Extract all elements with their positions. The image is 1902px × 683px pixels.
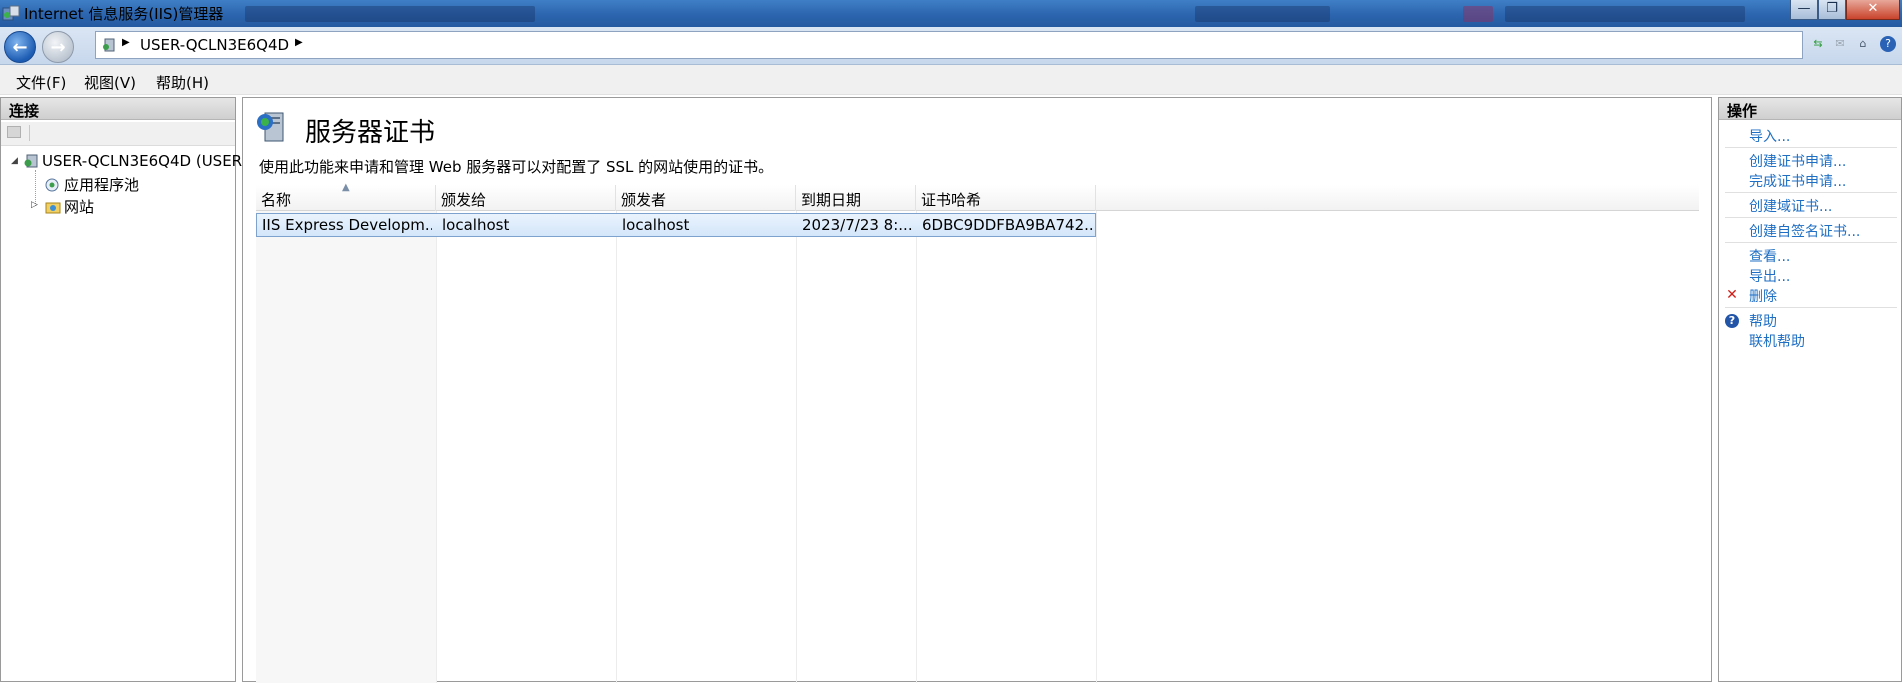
server-icon xyxy=(24,154,38,168)
chevron-right-icon[interactable]: ▶ xyxy=(295,37,303,48)
table-header: ▲ 名称 颁发给 颁发者 到期日期 证书哈希 xyxy=(256,182,1699,211)
background-window-ghost xyxy=(245,6,535,22)
menu-view[interactable]: 视图(V) xyxy=(84,72,136,93)
action-separator xyxy=(1725,192,1897,193)
navigation-bar: ← → ▶ USER-QCLN3E6Q4D ▶ ⇆ ✉ ⌂ ? xyxy=(0,27,1902,65)
action-create-cert-request[interactable]: 创建证书申请... xyxy=(1749,151,1846,171)
action-help[interactable]: 帮助 xyxy=(1749,311,1777,331)
window-title: Internet 信息服务(IIS)管理器 xyxy=(24,5,224,23)
sorted-column-background xyxy=(256,211,436,683)
actions-header: 操作 xyxy=(1719,98,1901,120)
menu-help[interactable]: 帮助(H) xyxy=(156,72,209,93)
forward-arrow-icon: → xyxy=(50,36,66,58)
column-divider xyxy=(436,211,437,683)
column-header-hash[interactable]: 证书哈希 xyxy=(916,185,1096,211)
connections-panel: 连接 ◢ USER-QCLN3E6Q4D (USER 应用程序池 ▷ 网站 xyxy=(0,97,242,682)
page-description: 使用此功能来申请和管理 Web 服务器可以对配置了 SSL 的网站使用的证书。 xyxy=(259,158,774,176)
action-separator xyxy=(1725,217,1897,218)
action-create-self-signed-cert[interactable]: 创建自签名证书... xyxy=(1749,221,1860,241)
tree-item-sites[interactable]: 网站 xyxy=(45,196,94,217)
action-separator xyxy=(1725,242,1897,243)
connections-header: 连接 xyxy=(1,98,235,120)
address-bar[interactable]: ▶ USER-QCLN3E6Q4D ▶ xyxy=(95,31,1803,59)
column-divider xyxy=(616,211,617,683)
cell-name: IIS Express Developm... xyxy=(262,216,432,234)
actions-panel: 操作 导入... 创建证书申请... 完成证书申请... 创建域证书... 创建… xyxy=(1718,97,1902,682)
cell-issuer: localhost xyxy=(622,216,690,234)
home-icon[interactable]: ⌂ xyxy=(1855,36,1871,52)
maximize-button[interactable]: ❐ xyxy=(1818,0,1846,20)
column-header-issued-to[interactable]: 颁发给 xyxy=(436,185,616,211)
column-divider xyxy=(796,211,797,683)
cell-expiration: 2023/7/23 8:... xyxy=(802,216,913,234)
sort-ascending-icon: ▲ xyxy=(342,182,350,193)
action-create-domain-cert[interactable]: 创建域证书... xyxy=(1749,196,1832,216)
action-export[interactable]: 导出... xyxy=(1749,266,1790,286)
tree-item-server[interactable]: USER-QCLN3E6Q4D (USER xyxy=(23,152,242,170)
iis-app-icon xyxy=(2,5,20,21)
app-pool-icon xyxy=(45,178,59,192)
help-icon: ? xyxy=(1725,314,1739,328)
toolbar-separator xyxy=(29,125,30,141)
action-separator xyxy=(1725,147,1897,148)
sites-folder-icon xyxy=(45,202,61,214)
close-button[interactable]: ✕ xyxy=(1846,0,1900,20)
column-divider xyxy=(916,211,917,683)
back-button[interactable]: ← xyxy=(4,31,36,63)
page-title: 服务器证书 xyxy=(305,118,436,148)
certificates-table[interactable]: ▲ 名称 颁发给 颁发者 到期日期 证书哈希 IIS Express Devel… xyxy=(256,182,1699,683)
background-window-ghost xyxy=(1463,6,1493,22)
action-separator xyxy=(1725,307,1897,308)
tree-item-app-pools[interactable]: 应用程序池 xyxy=(45,174,139,195)
save-connection-icon[interactable] xyxy=(7,126,21,138)
background-window-ghost xyxy=(1505,6,1745,22)
server-icon xyxy=(103,38,115,52)
server-certificate-icon xyxy=(257,112,284,142)
menu-bar: 文件(F) 视图(V) 帮助(H) xyxy=(0,65,1902,95)
title-bar: Internet 信息服务(IIS)管理器 — ❐ ✕ xyxy=(0,0,1902,27)
background-window-ghost xyxy=(1195,6,1330,22)
action-import[interactable]: 导入... xyxy=(1749,126,1790,146)
help-icon[interactable]: ? xyxy=(1880,36,1896,52)
stop-icon[interactable]: ✉ xyxy=(1832,36,1848,52)
expand-triangle-icon[interactable]: ▷ xyxy=(31,200,38,210)
collapse-triangle-icon[interactable]: ◢ xyxy=(11,156,18,166)
column-header-name[interactable]: ▲ 名称 xyxy=(256,182,436,211)
forward-button[interactable]: → xyxy=(42,31,74,63)
action-delete[interactable]: 删除 xyxy=(1749,286,1777,306)
tree-item-label: USER-QCLN3E6Q4D (USER xyxy=(42,152,243,170)
cell-hash: 6DBC9DDFBA9BA742... xyxy=(922,216,1094,234)
menu-file[interactable]: 文件(F) xyxy=(16,72,66,93)
refresh-icon[interactable]: ⇆ xyxy=(1810,36,1826,52)
action-complete-cert-request[interactable]: 完成证书申请... xyxy=(1749,171,1846,191)
action-view[interactable]: 查看... xyxy=(1749,246,1790,266)
connections-toolbar xyxy=(1,122,235,146)
column-divider xyxy=(1096,211,1097,683)
cell-issued-to: localhost xyxy=(442,216,510,234)
column-header-expiration[interactable]: 到期日期 xyxy=(796,185,916,211)
breadcrumb[interactable]: USER-QCLN3E6Q4D xyxy=(140,36,289,54)
chevron-right-icon[interactable]: ▶ xyxy=(122,37,130,48)
action-online-help[interactable]: 联机帮助 xyxy=(1749,331,1805,351)
tree-item-label: 应用程序池 xyxy=(64,176,140,194)
minimize-button[interactable]: — xyxy=(1790,0,1818,20)
delete-x-icon: ✕ xyxy=(1726,287,1738,303)
tree-item-label: 网站 xyxy=(64,198,95,216)
server-certificates-panel: 服务器证书 使用此功能来申请和管理 Web 服务器可以对配置了 SSL 的网站使… xyxy=(242,97,1712,683)
column-header-issuer[interactable]: 颁发者 xyxy=(616,185,796,211)
back-arrow-icon: ← xyxy=(12,36,28,58)
column-header-label: 名称 xyxy=(261,191,292,209)
table-row-selected[interactable]: IIS Express Developm... localhost localh… xyxy=(256,213,1096,237)
